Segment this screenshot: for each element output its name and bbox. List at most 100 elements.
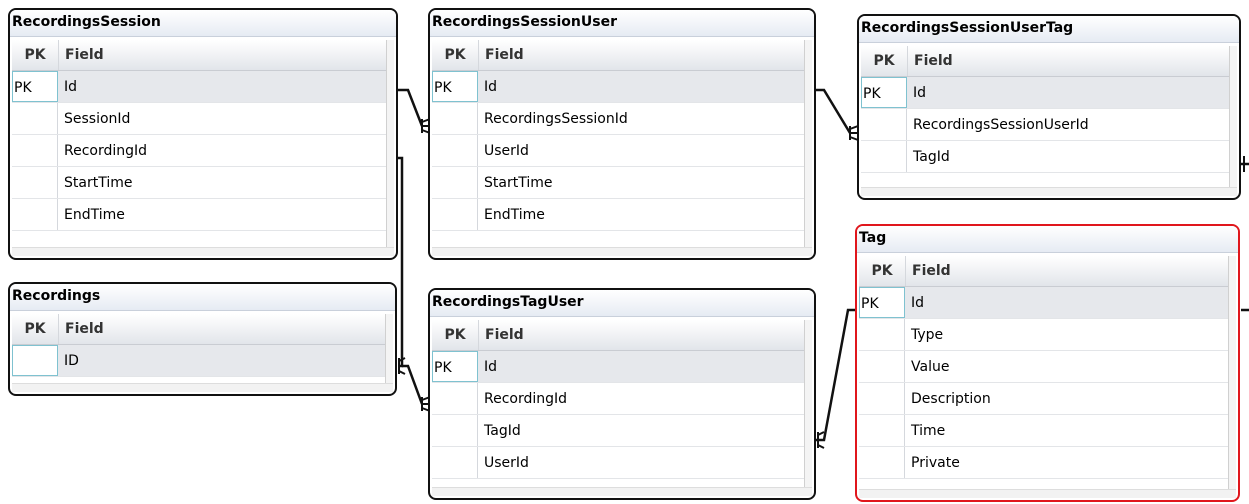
vertical-scrollbar[interactable] — [804, 320, 812, 488]
horizontal-scrollbar[interactable] — [12, 247, 394, 256]
field-name-cell[interactable]: Description — [905, 383, 1228, 414]
pk-cell[interactable] — [432, 415, 478, 446]
field-row[interactable]: EndTime — [432, 199, 804, 231]
field-name-cell[interactable]: UserId — [478, 135, 804, 166]
field-name-cell[interactable]: UserId — [478, 447, 804, 478]
pk-cell[interactable] — [432, 447, 478, 478]
field-row[interactable]: SessionId — [12, 103, 386, 135]
field-row[interactable]: RecordingId — [432, 383, 804, 415]
horizontal-scrollbar[interactable] — [859, 489, 1236, 498]
field-name-cell[interactable]: Id — [905, 287, 1228, 318]
field-row[interactable]: TagId — [432, 415, 804, 447]
horizontal-scrollbar[interactable] — [12, 383, 393, 392]
table-recordings-session-user-tag[interactable]: RecordingsSessionUserTag PK Field PK Id Recor… — [857, 14, 1241, 200]
pk-cell[interactable]: PK — [859, 287, 905, 318]
pk-cell[interactable]: PK — [432, 351, 478, 382]
table-recordings[interactable]: Recordings PK Field ID — [8, 282, 397, 396]
pk-column-header[interactable]: PK — [859, 256, 905, 286]
field-name-cell[interactable]: TagId — [478, 415, 804, 446]
field-column-header[interactable]: Field — [58, 40, 386, 70]
field-name-cell[interactable]: Value — [905, 351, 1228, 382]
field-row[interactable]: PK Id — [859, 287, 1228, 319]
vertical-scrollbar[interactable] — [804, 40, 812, 248]
field-name-cell[interactable]: Private — [905, 447, 1228, 478]
field-column-header[interactable]: Field — [907, 46, 1229, 76]
horizontal-scrollbar[interactable] — [861, 187, 1237, 196]
pk-cell[interactable]: PK — [432, 71, 478, 102]
table-recordings-session-user[interactable]: RecordingsSessionUser PK Field PK Id Recordin… — [428, 8, 816, 260]
field-name-cell[interactable]: TagId — [907, 141, 1229, 172]
field-name-cell[interactable]: Id — [478, 71, 804, 102]
field-name-cell[interactable]: EndTime — [478, 199, 804, 230]
field-row[interactable]: RecordingsSessionUserId — [861, 109, 1229, 141]
field-name-cell[interactable]: EndTime — [58, 199, 386, 230]
pk-cell[interactable] — [859, 351, 905, 382]
pk-column-header[interactable]: PK — [861, 46, 907, 76]
pk-column-header[interactable]: PK — [432, 320, 478, 350]
field-row[interactable]: RecordingsSessionId — [432, 103, 804, 135]
field-column-header[interactable]: Field — [905, 256, 1228, 286]
field-name-cell[interactable]: RecordingId — [58, 135, 386, 166]
field-row[interactable]: Private — [859, 447, 1228, 479]
field-column-header[interactable]: Field — [478, 40, 804, 70]
pk-cell[interactable] — [432, 199, 478, 230]
pk-cell[interactable] — [12, 167, 58, 198]
pk-cell[interactable] — [859, 319, 905, 350]
field-row[interactable]: Type — [859, 319, 1228, 351]
field-row[interactable]: UserId — [432, 135, 804, 167]
field-row[interactable]: StartTime — [432, 167, 804, 199]
field-row[interactable]: PK Id — [12, 71, 386, 103]
table-tag[interactable]: Tag PK Field PK Id Type Value Description Time Pr… — [855, 224, 1240, 502]
field-name-cell[interactable]: StartTime — [478, 167, 804, 198]
vertical-scrollbar[interactable] — [1228, 256, 1236, 490]
pk-cell[interactable] — [861, 141, 907, 172]
table-title[interactable]: RecordingsSessionUserTag — [859, 16, 1239, 43]
vertical-scrollbar[interactable] — [385, 314, 393, 384]
vertical-scrollbar[interactable] — [386, 40, 394, 248]
pk-cell[interactable] — [432, 135, 478, 166]
field-row[interactable]: Value — [859, 351, 1228, 383]
field-name-cell[interactable]: ID — [58, 345, 385, 376]
field-name-cell[interactable]: Type — [905, 319, 1228, 350]
horizontal-scrollbar[interactable] — [432, 247, 812, 256]
pk-cell[interactable]: PK — [12, 71, 58, 102]
table-title[interactable]: Tag — [857, 226, 1238, 253]
field-name-cell[interactable]: Id — [58, 71, 386, 102]
pk-cell[interactable] — [861, 109, 907, 140]
pk-cell[interactable] — [859, 415, 905, 446]
vertical-scrollbar[interactable] — [1229, 46, 1237, 188]
field-name-cell[interactable]: Id — [478, 351, 804, 382]
table-recordings-session[interactable]: RecordingsSession PK Field PK Id SessionId Rec… — [8, 8, 398, 260]
pk-cell[interactable] — [859, 383, 905, 414]
pk-column-header[interactable]: PK — [432, 40, 478, 70]
pk-cell[interactable] — [432, 103, 478, 134]
field-name-cell[interactable]: RecordingsSessionId — [478, 103, 804, 134]
horizontal-scrollbar[interactable] — [432, 487, 812, 496]
field-row[interactable]: PK Id — [432, 351, 804, 383]
field-row[interactable]: StartTime — [12, 167, 386, 199]
field-column-header[interactable]: Field — [58, 314, 385, 344]
pk-cell[interactable] — [12, 345, 58, 376]
field-column-header[interactable]: Field — [478, 320, 804, 350]
pk-cell[interactable] — [12, 135, 58, 166]
table-title[interactable]: Recordings — [10, 284, 395, 311]
field-name-cell[interactable]: StartTime — [58, 167, 386, 198]
pk-cell[interactable]: PK — [861, 77, 907, 108]
field-name-cell[interactable]: Time — [905, 415, 1228, 446]
field-row[interactable]: EndTime — [12, 199, 386, 231]
pk-cell[interactable] — [12, 199, 58, 230]
table-title[interactable]: RecordingsSessionUser — [430, 10, 814, 37]
field-row[interactable]: PK Id — [861, 77, 1229, 109]
field-name-cell[interactable]: RecordingId — [478, 383, 804, 414]
pk-cell[interactable] — [432, 167, 478, 198]
table-title[interactable]: RecordingsSession — [10, 10, 396, 37]
field-row[interactable]: Description — [859, 383, 1228, 415]
pk-cell[interactable] — [859, 447, 905, 478]
field-row[interactable]: PK Id — [432, 71, 804, 103]
field-name-cell[interactable]: SessionId — [58, 103, 386, 134]
field-row[interactable]: Time — [859, 415, 1228, 447]
pk-cell[interactable] — [432, 383, 478, 414]
field-row[interactable]: ID — [12, 345, 385, 377]
field-row[interactable]: TagId — [861, 141, 1229, 173]
pk-column-header[interactable]: PK — [12, 314, 58, 344]
